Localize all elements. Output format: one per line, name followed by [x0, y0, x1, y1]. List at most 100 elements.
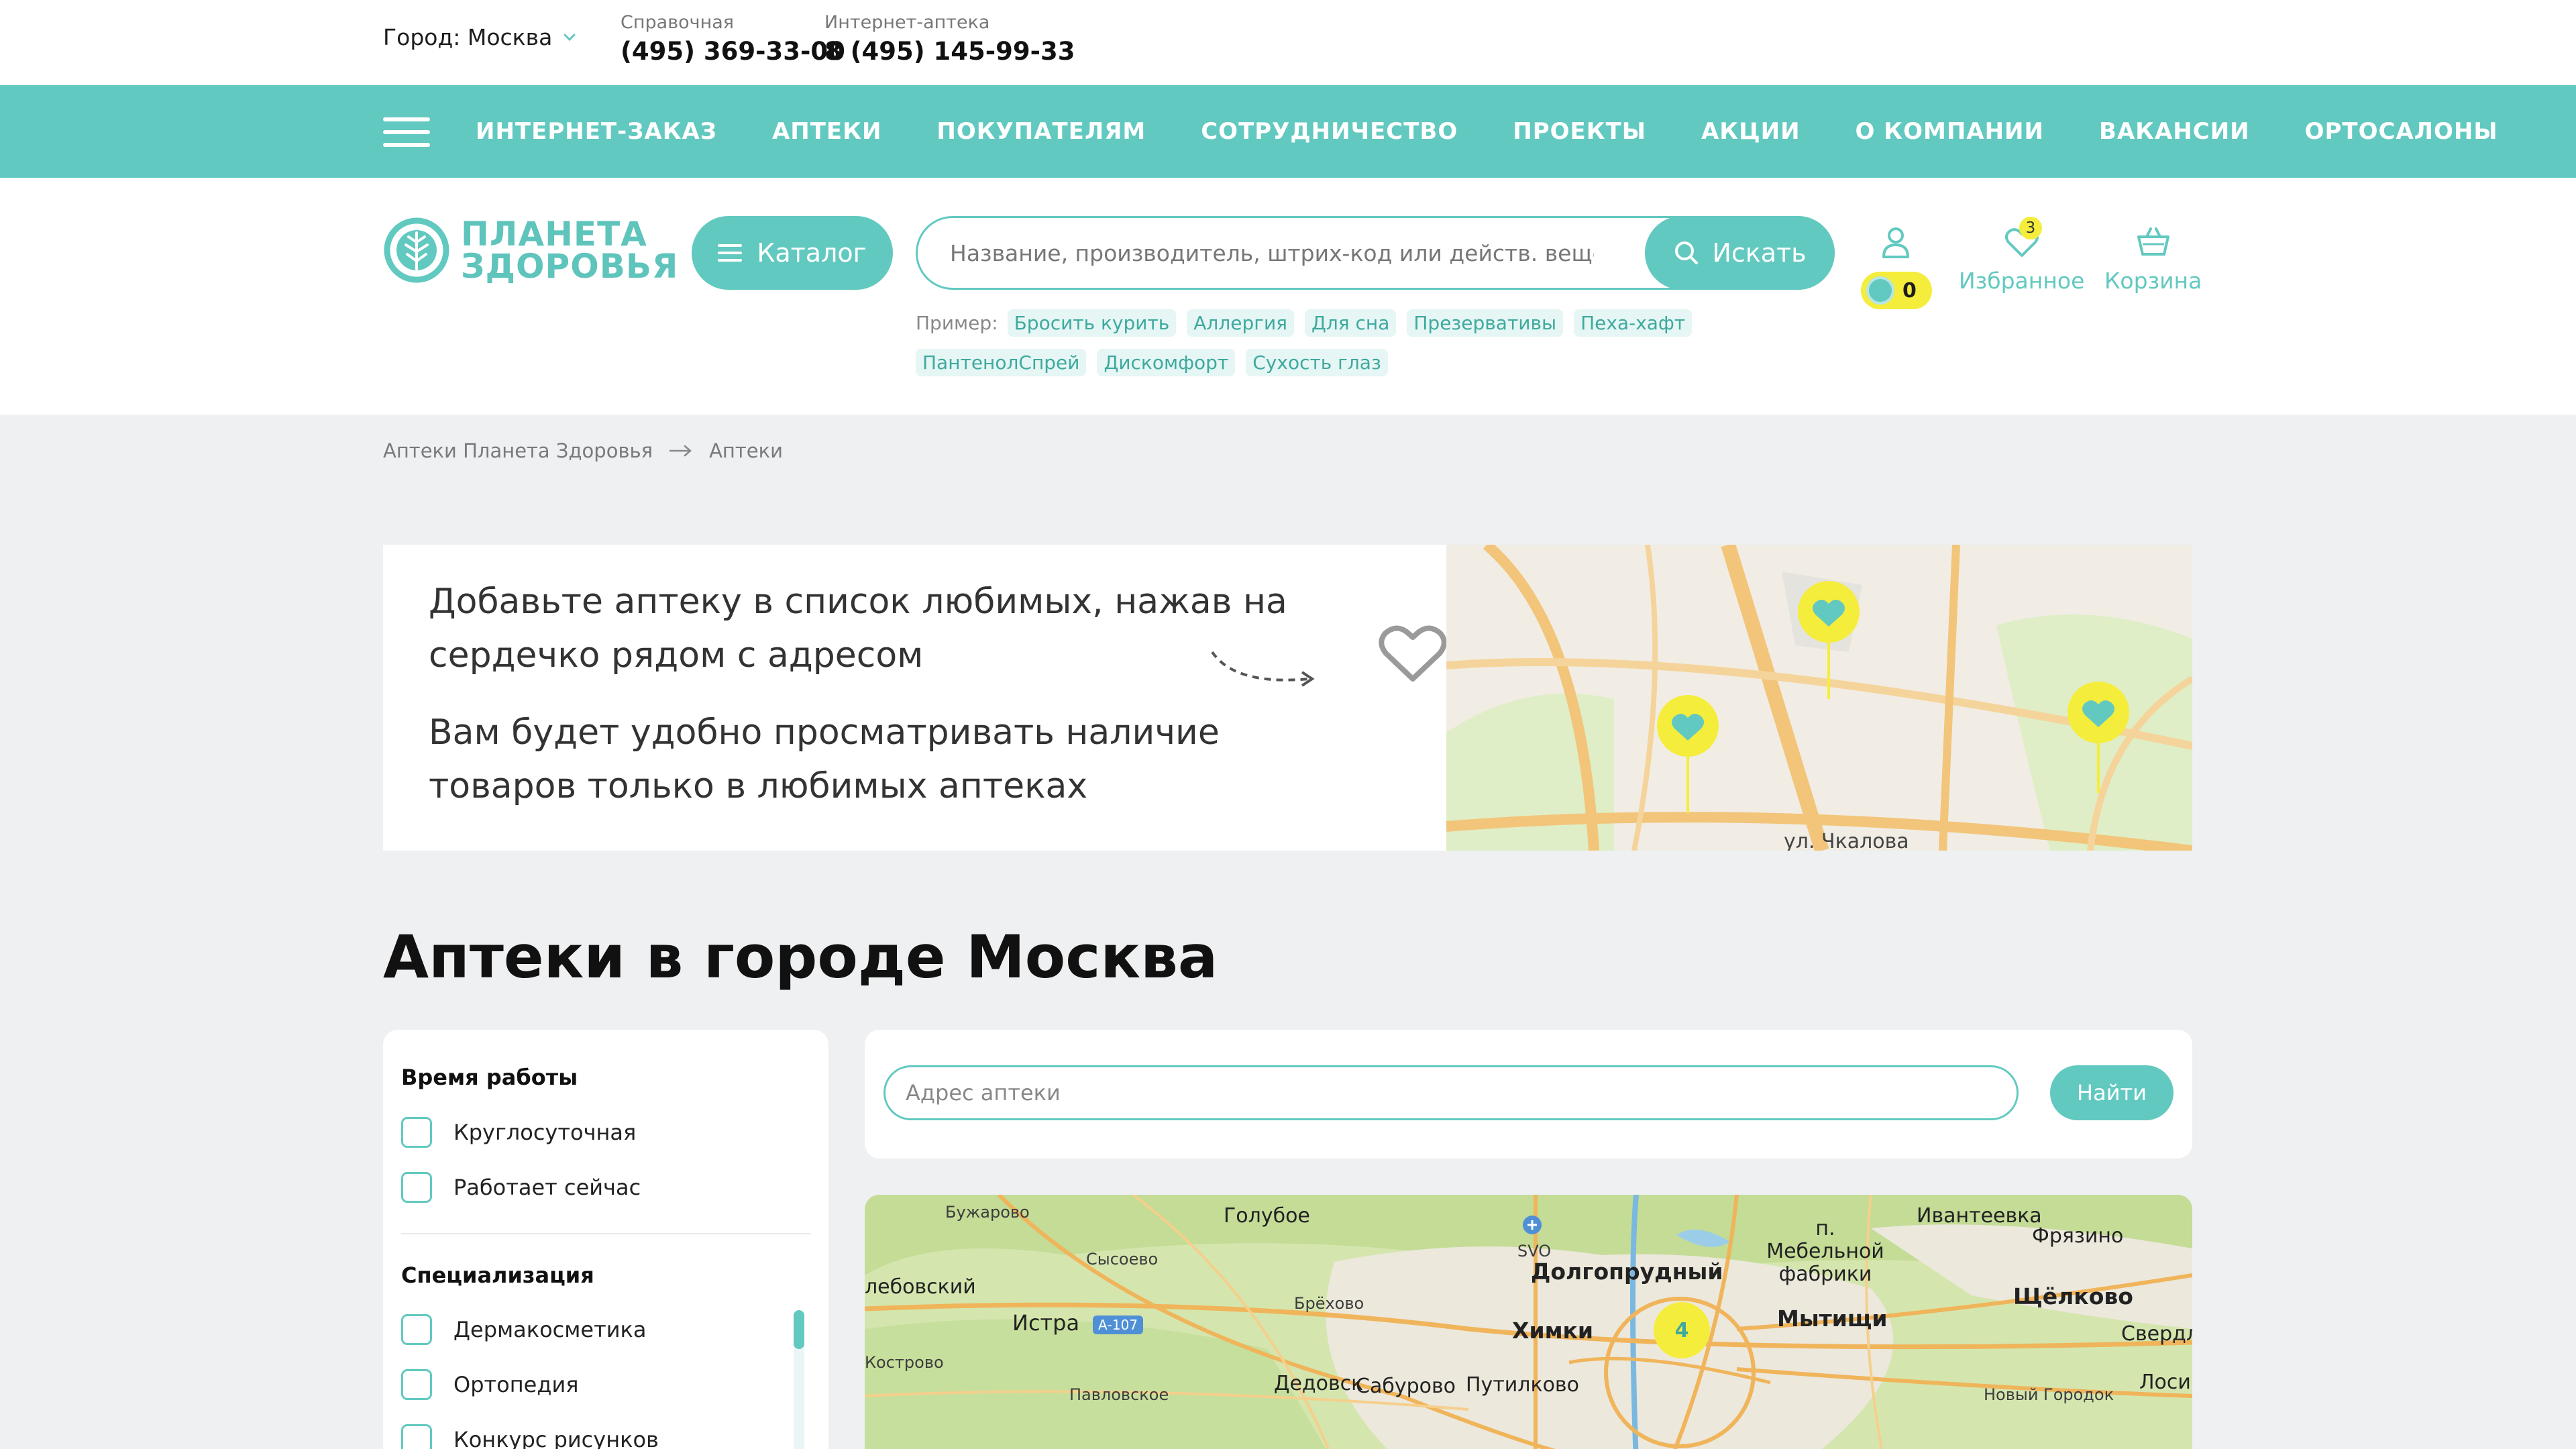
example-tag[interactable]: Бросить курить [1007, 309, 1177, 337]
nav-item-vacancies[interactable]: ВАКАНСИИ [2099, 118, 2250, 145]
find-button[interactable]: Найти [2050, 1065, 2174, 1120]
checkbox[interactable] [401, 1172, 432, 1203]
divider [401, 1233, 810, 1234]
logo-line1: ПЛАНЕТА [461, 215, 647, 254]
filter-option[interactable]: Дермакосметика [401, 1314, 646, 1345]
map-label: Сысоево [1086, 1250, 1159, 1269]
map-label: Брёхово [1294, 1294, 1364, 1313]
nav-item-about[interactable]: О КОМПАНИИ [1856, 118, 2044, 145]
checkbox[interactable] [401, 1369, 432, 1400]
map-label: Мытищи [1777, 1305, 1888, 1332]
bonus-badge[interactable]: 0 [1861, 272, 1932, 309]
menu-icon[interactable] [383, 117, 430, 147]
map-label: Свердл [2121, 1322, 2192, 1346]
map-street-label: ул. Чкалова [1784, 830, 1909, 851]
phone-number[interactable]: 8 (495) 145-99-33 [824, 37, 1075, 66]
profile-button[interactable] [1877, 223, 1915, 261]
breadcrumb: Аптеки Планета Здоровья Аптеки [383, 439, 783, 462]
search-examples: Пример: Бросить курить Аллергия Для сна … [916, 309, 1835, 376]
top-bar: Город: Москва Справочная (495) 369-33-00… [0, 0, 2576, 85]
example-tag[interactable]: Пеха-хафт [1574, 309, 1693, 337]
highway-badge: А-107 [1093, 1316, 1144, 1334]
arrow-right-icon [669, 445, 692, 457]
phone-info: Справочная (495) 369-33-00 [621, 12, 845, 66]
filter-option[interactable]: Работает сейчас [401, 1172, 641, 1203]
map-label: лебовский [865, 1275, 976, 1299]
map-label: Истра [1012, 1310, 1080, 1336]
map-label: Дедовск [1274, 1372, 1364, 1395]
checkbox[interactable] [401, 1314, 432, 1345]
map-label: Лоси [2139, 1371, 2191, 1394]
logo-icon [384, 217, 449, 283]
example-tag[interactable]: Сухость глаз [1246, 349, 1388, 376]
nav-item-projects[interactable]: ПРОЕКТЫ [1513, 118, 1646, 145]
cart-label: Корзина [2104, 268, 2202, 294]
example-tag[interactable]: ПантенолСпрей [916, 349, 1087, 376]
city-selector[interactable]: Город: Москва [383, 24, 578, 50]
phone-label: Интернет-аптека [824, 12, 990, 33]
map-label: SVO [1517, 1242, 1552, 1260]
favorites-label: Избранное [1959, 268, 2085, 294]
example-tag[interactable]: Аллергия [1187, 309, 1294, 337]
address-search-panel: Найти [865, 1030, 2192, 1159]
logo[interactable]: ПЛАНЕТА ЗДОРОВЬЯ [383, 217, 678, 284]
filter-option-label: Круглосуточная [453, 1120, 637, 1145]
checkbox[interactable] [401, 1117, 432, 1148]
phone-number[interactable]: (495) 369-33-00 [621, 37, 845, 66]
nav-item-ortho[interactable]: ОРТОСАЛОНЫ [2305, 118, 2498, 145]
search-bar: Искать [916, 216, 1835, 290]
pharmacy-map[interactable]: Бужарово Голубое Сысоево SVO Долгопрудны… [865, 1195, 2192, 1449]
banner-line: сердечко рядом с адресом [429, 635, 924, 676]
search-button-label: Искать [1712, 238, 1807, 268]
dashed-arrow-icon [1211, 651, 1315, 687]
chevron-down-icon [564, 34, 576, 41]
main-nav: ИНТЕРНЕТ-ЗАКАЗ АПТЕКИ ПОКУПАТЕЛЯМ СОТРУД… [0, 85, 2576, 178]
site-header: ПЛАНЕТА ЗДОРОВЬЯ Каталог Искать Пример: … [0, 178, 2576, 415]
phone-label: Справочная [621, 12, 735, 33]
breadcrumb-current: Аптеки [709, 439, 783, 462]
filter-option[interactable]: Конкурс рисунков [401, 1424, 659, 1449]
page-title: Аптеки в городе Москва [383, 922, 1218, 991]
map-label: Сабурово [1356, 1375, 1456, 1398]
map-label: Фрязино [2032, 1224, 2124, 1248]
basket-icon [2137, 227, 2169, 256]
city-label: Город: Москва [383, 24, 553, 50]
filter-group-title: Время работы [401, 1065, 578, 1090]
example-tag[interactable]: Презервативы [1407, 309, 1564, 337]
example-tag[interactable]: Дискомфорт [1097, 349, 1236, 376]
cart-button[interactable]: Корзина [2104, 223, 2202, 294]
user-icon [1882, 227, 1909, 258]
address-input[interactable] [883, 1065, 2019, 1120]
favorites-count-badge: 3 [2019, 217, 2042, 239]
example-tag[interactable]: Для сна [1304, 309, 1397, 337]
catalog-label: Каталог [757, 238, 867, 268]
filter-option[interactable]: Круглосуточная [401, 1117, 636, 1148]
menu-icon [718, 244, 743, 262]
filter-option[interactable]: Ортопедия [401, 1369, 579, 1400]
map-label: Ивантеевка [1917, 1204, 2042, 1228]
favorites-banner[interactable]: Добавьте аптеку в список любимых, нажав … [383, 545, 2192, 851]
map-cluster-marker[interactable]: 4 [1654, 1302, 1710, 1358]
filter-option-label: Конкурс рисунков [453, 1427, 659, 1449]
nav-item-promotions[interactable]: АКЦИИ [1701, 118, 1801, 145]
search-button[interactable]: Искать [1645, 216, 1835, 290]
breadcrumb-link[interactable]: Аптеки Планета Здоровья [383, 439, 653, 462]
heart-icon [1379, 625, 1447, 682]
catalog-button[interactable]: Каталог [692, 216, 893, 290]
nav-item-cooperation[interactable]: СОТРУДНИЧЕСТВО [1201, 118, 1458, 145]
nav-item-customers[interactable]: ПОКУПАТЕЛЯМ [936, 118, 1146, 145]
map-label: Путилково [1466, 1373, 1579, 1397]
banner-line: товаров только в любимых аптеках [429, 766, 1088, 806]
map-label: Долгопрудный [1531, 1258, 1723, 1285]
nav-item-online-order[interactable]: ИНТЕРНЕТ-ЗАКАЗ [476, 118, 717, 145]
nav-item-pharmacies[interactable]: АПТЕКИ [772, 118, 881, 145]
banner-map-image [1446, 545, 2192, 851]
map-label: Бужарово [945, 1203, 1030, 1222]
filter-option-label: Ортопедия [453, 1372, 579, 1397]
checkbox[interactable] [401, 1424, 432, 1449]
phone-online: Интернет-аптека 8 (495) 145-99-33 [824, 12, 1075, 66]
filter-option-label: Работает сейчас [453, 1175, 641, 1200]
map-label: Химки [1512, 1318, 1594, 1344]
search-input[interactable] [950, 218, 1594, 288]
scrollbar-thumb[interactable] [794, 1310, 804, 1349]
